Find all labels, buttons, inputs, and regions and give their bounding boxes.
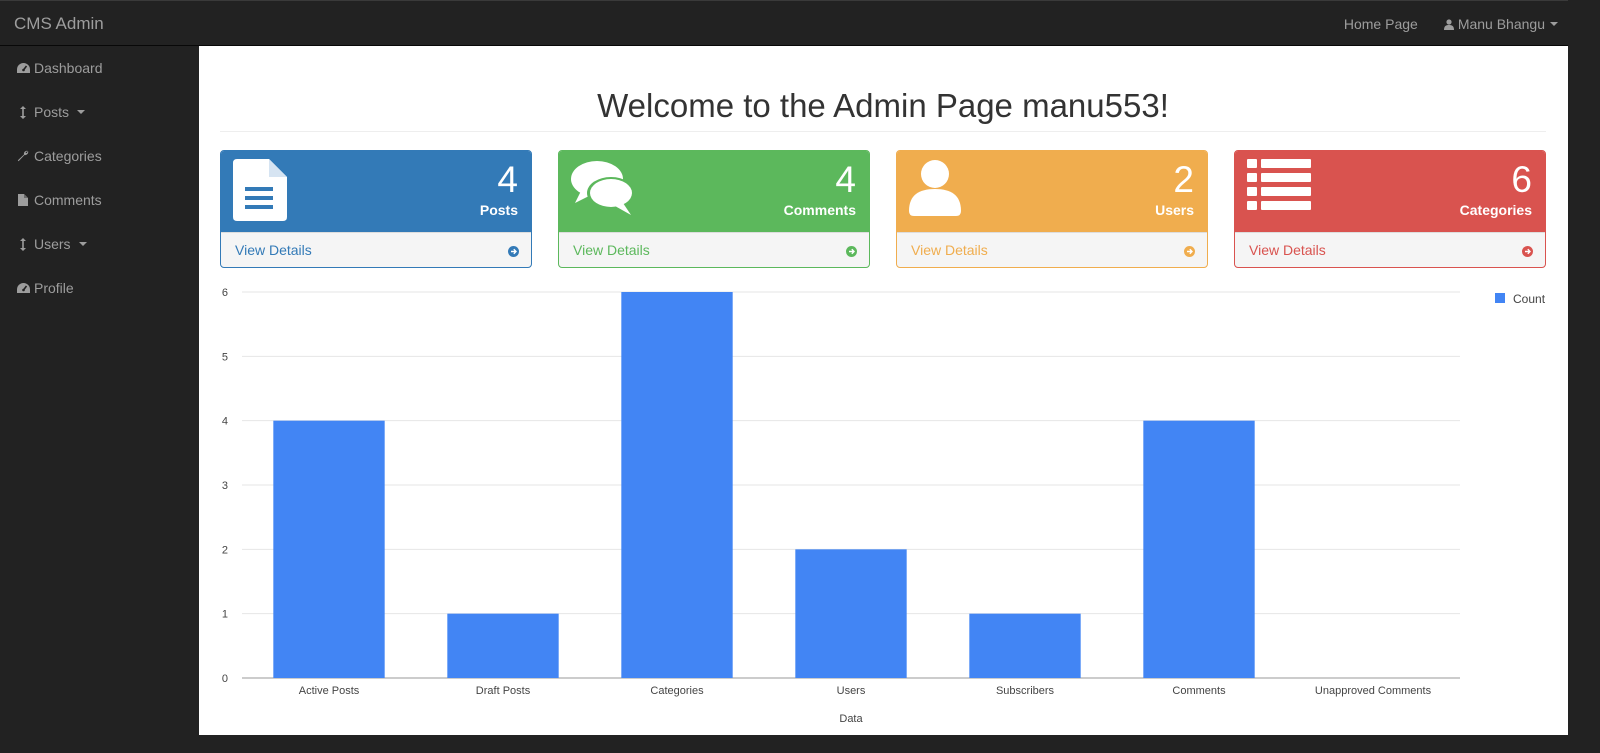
- legend-label: Count: [1513, 292, 1546, 306]
- arrow-circle-right-icon: [1184, 244, 1195, 260]
- home-page-link[interactable]: Home Page: [1344, 16, 1418, 32]
- file-text-icon: [233, 159, 289, 226]
- caret-down-icon: [77, 110, 86, 114]
- panel-heading: 4 Comments: [559, 151, 869, 232]
- sidebar-item-label: Categories: [34, 148, 102, 164]
- comments-panel: 4 Comments View Details: [558, 150, 870, 268]
- y-tick-label: 1: [222, 609, 228, 621]
- bar: [273, 420, 385, 678]
- sidebar-item-dashboard[interactable]: Dashboard: [0, 46, 199, 90]
- panel-count: 4: [497, 159, 518, 200]
- view-details-link[interactable]: View Details: [559, 232, 869, 267]
- panel-label: Categories: [1459, 202, 1532, 218]
- x-tick-label: Comments: [1172, 685, 1226, 697]
- sidebar-item-profile[interactable]: Profile: [0, 266, 199, 310]
- chart-svg: 0 1 2 3 4 5 6 Active Posts Draft Posts Categories…: [222, 287, 1546, 725]
- brand-link[interactable]: CMS Admin: [14, 14, 104, 34]
- bar: [795, 549, 907, 678]
- x-tick-label: Draft Posts: [476, 685, 531, 697]
- user-name: Manu Bhangu: [1457, 16, 1545, 32]
- wrench-icon: [16, 150, 30, 162]
- y-tick-label: 5: [222, 351, 228, 363]
- sidebar-item-label: Dashboard: [34, 60, 103, 76]
- x-tick-label: Users: [837, 685, 866, 697]
- x-axis-label: Data: [839, 713, 863, 725]
- view-details-label: View Details: [235, 242, 312, 258]
- panel-label: Users: [1155, 202, 1194, 218]
- page-title: Welcome to the Admin Page manu553!: [597, 87, 1169, 124]
- main-content: Welcome to the Admin Page manu553! 4 Pos…: [199, 46, 1568, 735]
- comments-icon: [571, 159, 637, 224]
- arrow-circle-right-icon: [1522, 244, 1533, 260]
- bar: [621, 292, 733, 678]
- view-details-link[interactable]: View Details: [221, 232, 531, 267]
- sidebar-item-label: Posts: [34, 104, 70, 120]
- sidebar-item-label: Profile: [34, 280, 74, 296]
- panel-label: Posts: [479, 202, 518, 218]
- y-tick-label: 4: [222, 416, 228, 428]
- panel-heading: 6 Categories: [1235, 151, 1545, 232]
- bar: [969, 613, 1081, 678]
- top-navbar: CMS Admin Home Page Manu Bhangu: [0, 0, 1568, 46]
- view-details-label: View Details: [1249, 242, 1326, 258]
- window-edge: [1568, 0, 1600, 753]
- categories-panel: 6 Categories View Details: [1234, 150, 1546, 268]
- list-icon: [1247, 159, 1311, 216]
- y-tick-label: 0: [222, 673, 228, 685]
- sidebar-item-label: Comments: [34, 192, 102, 208]
- bar: [1143, 420, 1255, 678]
- view-details-label: View Details: [573, 242, 650, 258]
- panel-count: 4: [835, 159, 856, 200]
- user-icon: [1443, 18, 1454, 30]
- x-tick-label: Categories: [650, 685, 704, 697]
- bar-chart: 0 1 2 3 4 5 6 Active Posts Draft Posts Categories…: [199, 282, 1568, 735]
- panel-count: 2: [1173, 159, 1194, 200]
- caret-down-icon: [78, 242, 87, 246]
- posts-panel: 4 Posts View Details: [220, 150, 532, 268]
- bar: [447, 613, 559, 678]
- sort-arrows-icon: [16, 105, 30, 119]
- view-details-label: View Details: [911, 242, 988, 258]
- sort-arrows-icon: [16, 237, 30, 251]
- user-dropdown[interactable]: Manu Bhangu: [1443, 16, 1558, 32]
- x-tick-label: Unapproved Comments: [1315, 685, 1432, 697]
- y-tick-label: 6: [222, 287, 228, 299]
- y-tick-label: 3: [222, 480, 228, 492]
- panel-label: Comments: [783, 202, 856, 218]
- panel-heading: 4 Posts: [221, 151, 531, 232]
- sidebar-item-categories[interactable]: Categories: [0, 134, 199, 178]
- users-panel: 2 Users View Details: [896, 150, 1208, 268]
- view-details-link[interactable]: View Details: [1235, 232, 1545, 267]
- sidebar-item-comments[interactable]: Comments: [0, 178, 199, 222]
- dashboard-icon: [16, 282, 30, 294]
- dashboard-icon: [16, 62, 30, 74]
- y-tick-label: 2: [222, 544, 228, 556]
- sidebar-item-users[interactable]: Users: [0, 222, 199, 266]
- sidebar-item-posts[interactable]: Posts: [0, 90, 199, 134]
- arrow-circle-right-icon: [508, 244, 519, 260]
- navbar-right: Home Page Manu Bhangu: [1344, 16, 1558, 32]
- sidebar: Dashboard Posts Categories Comments User…: [0, 46, 199, 753]
- user-icon: [909, 159, 961, 222]
- view-details-link[interactable]: View Details: [897, 232, 1207, 267]
- x-tick-label: Subscribers: [996, 685, 1055, 697]
- caret-down-icon: [1550, 22, 1558, 26]
- legend-swatch: [1495, 293, 1505, 303]
- panel-count: 6: [1511, 159, 1532, 200]
- sidebar-item-label: Users: [34, 236, 71, 252]
- file-icon: [16, 194, 30, 206]
- x-tick-label: Active Posts: [299, 685, 360, 697]
- arrow-circle-right-icon: [846, 244, 857, 260]
- panel-heading: 2 Users: [897, 151, 1207, 232]
- page-header: Welcome to the Admin Page manu553!: [220, 86, 1546, 132]
